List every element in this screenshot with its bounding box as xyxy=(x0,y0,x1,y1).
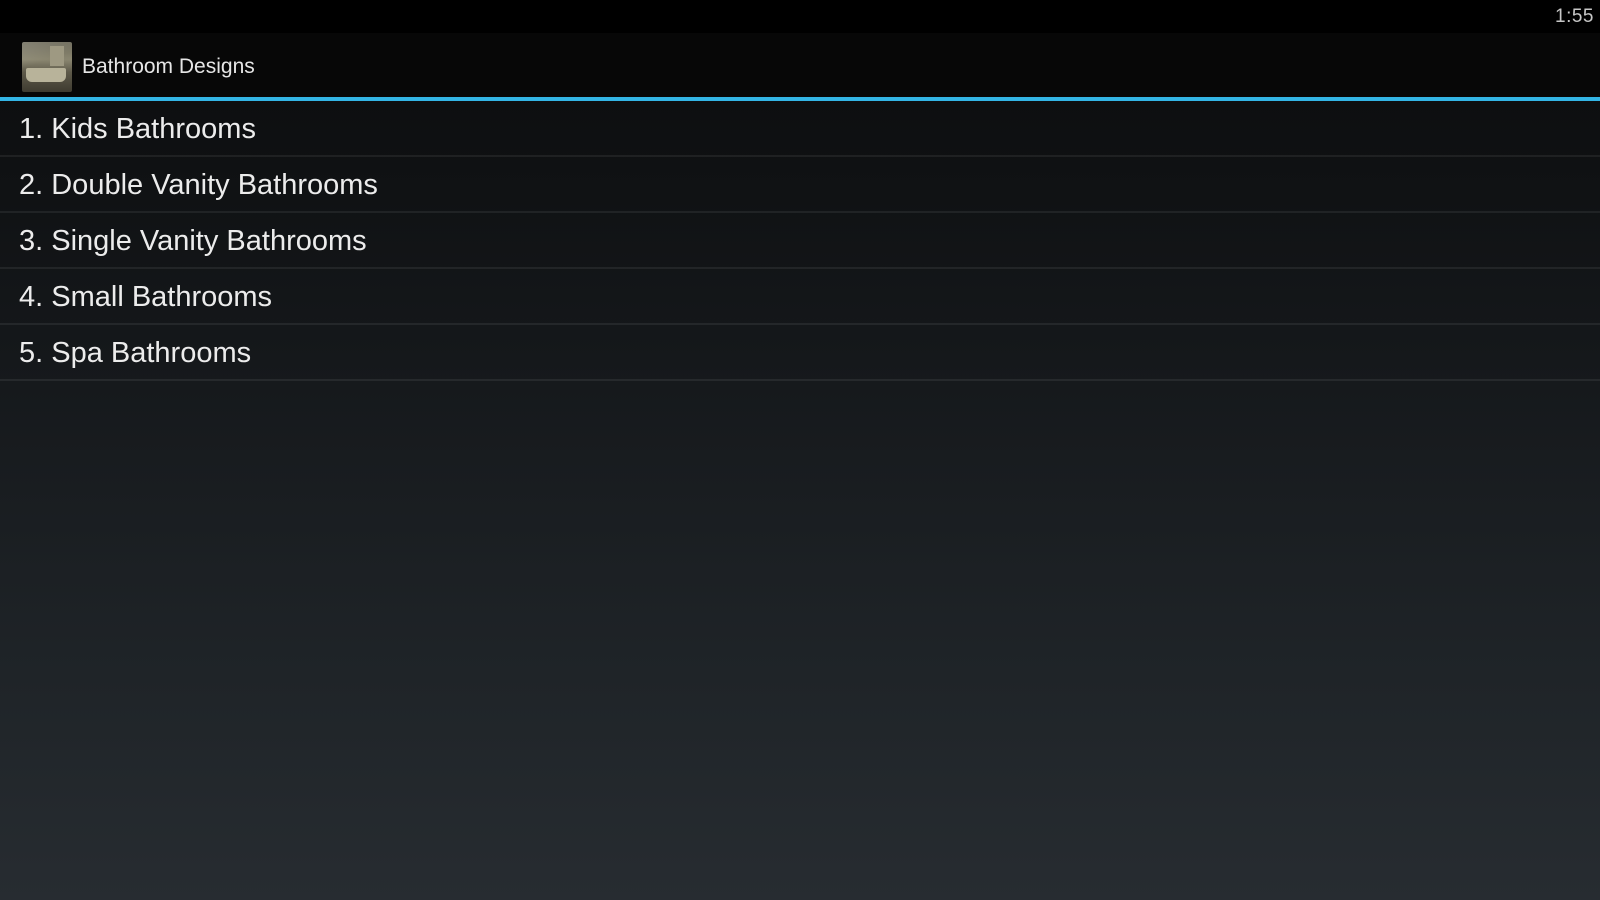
list-item-label: 1. Kids Bathrooms xyxy=(19,113,256,145)
action-bar: Bathroom Designs xyxy=(0,33,1600,98)
list-item-spa-bathrooms[interactable]: 5. Spa Bathrooms xyxy=(0,325,1600,381)
list-item-small-bathrooms[interactable]: 4. Small Bathrooms xyxy=(0,269,1600,325)
list-item-single-vanity-bathrooms[interactable]: 3. Single Vanity Bathrooms xyxy=(0,213,1600,269)
logo-wall-shape xyxy=(50,46,64,66)
status-time: 1:55 xyxy=(1555,6,1594,27)
status-bar: 1:55 xyxy=(0,0,1600,33)
list-item-double-vanity-bathrooms[interactable]: 2. Double Vanity Bathrooms xyxy=(0,157,1600,213)
logo-tub-shape xyxy=(26,68,66,82)
app-title: Bathroom Designs xyxy=(82,55,255,78)
list-item-kids-bathrooms[interactable]: 1. Kids Bathrooms xyxy=(0,101,1600,157)
list-item-label: 4. Small Bathrooms xyxy=(19,281,273,313)
category-list: 1. Kids Bathrooms 2. Double Vanity Bathr… xyxy=(0,101,1600,381)
list-item-label: 2. Double Vanity Bathrooms xyxy=(19,169,378,201)
app-logo-icon[interactable] xyxy=(22,42,72,92)
list-item-label: 3. Single Vanity Bathrooms xyxy=(19,225,367,257)
list-item-label: 5. Spa Bathrooms xyxy=(19,337,252,369)
